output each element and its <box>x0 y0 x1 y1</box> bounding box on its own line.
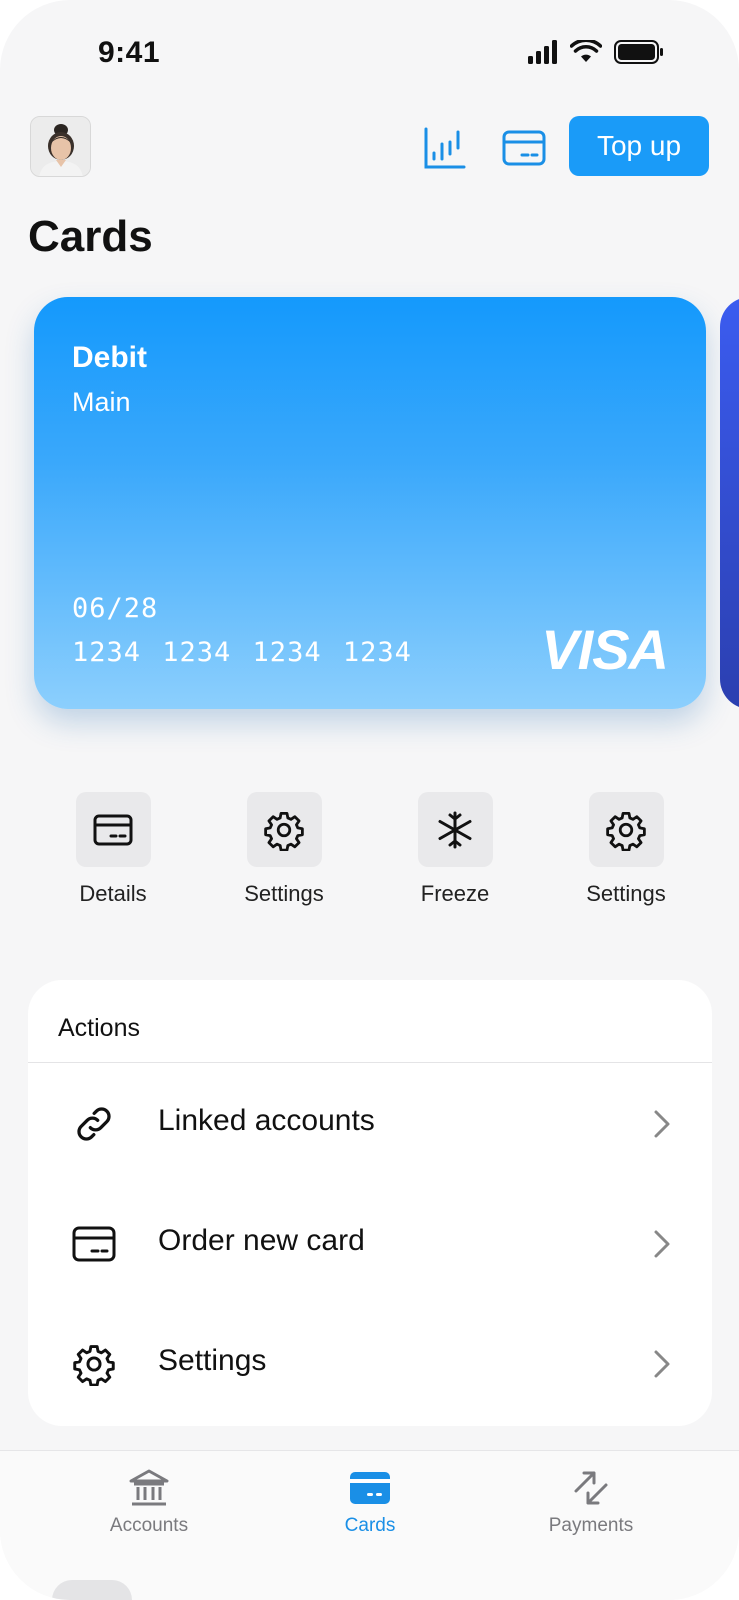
card-icon <box>350 1472 390 1504</box>
gear-icon <box>606 811 646 851</box>
quick-action-freeze[interactable]: Freeze <box>375 792 535 907</box>
card-icon <box>93 814 133 845</box>
card-icon[interactable] <box>502 126 546 170</box>
quick-action-label: Details <box>79 881 147 906</box>
action-row-order-new-card[interactable]: Order new card <box>28 1184 712 1304</box>
chevron-right-icon <box>654 1110 670 1138</box>
settings-button[interactable] <box>246 792 322 867</box>
bank-icon <box>129 1469 169 1506</box>
bottom-nav: Accounts Cards Payments <box>0 1450 739 1600</box>
nav-payments[interactable]: Payments <box>511 1467 671 1537</box>
action-row-settings[interactable]: Settings <box>28 1304 712 1424</box>
chevron-right-icon <box>654 1350 670 1378</box>
chart-icon[interactable] <box>423 126 467 170</box>
nav-label: Accounts <box>109 1515 189 1536</box>
action-label: Order new card <box>158 1224 365 1257</box>
visa-logo: VISA <box>541 618 669 681</box>
quick-action-settings[interactable]: Settings <box>204 792 364 907</box>
next-card-peek[interactable] <box>720 297 739 709</box>
page-title: Cards <box>28 212 153 261</box>
gear-icon <box>73 1345 115 1386</box>
top-up-button[interactable]: Top up <box>569 116 709 176</box>
avatar[interactable] <box>30 116 91 177</box>
action-row-linked-accounts[interactable]: Linked accounts <box>28 1064 712 1184</box>
transfer-icon <box>574 1471 608 1505</box>
actions-panel: Actions Linked accounts Order new card S… <box>28 980 712 1426</box>
signal-icon <box>528 40 557 64</box>
chevron-right-icon <box>654 1230 670 1258</box>
quick-action-label: Settings <box>244 881 324 906</box>
freeze-button[interactable] <box>417 792 493 867</box>
snowflake-icon <box>438 811 472 848</box>
link-icon <box>77 1107 111 1141</box>
card-number: 1234 1234 1234 1234 <box>72 637 412 668</box>
status-time: 9:41 <box>98 36 161 69</box>
phone-screen: 9:41 Top up Cards Debit Main 06/28 1234 … <box>0 0 739 1600</box>
gear-icon <box>264 811 304 851</box>
quick-action-label: Freeze <box>420 881 490 906</box>
actions-title: Actions <box>58 1014 140 1042</box>
home-indicator <box>52 1580 132 1600</box>
details-button[interactable] <box>75 792 151 867</box>
divider <box>28 1062 712 1063</box>
nav-accounts[interactable]: Accounts <box>69 1467 229 1537</box>
nav-label: Payments <box>548 1515 634 1536</box>
profile-photo <box>31 117 90 176</box>
quick-action-settings-2[interactable]: Settings <box>546 792 706 907</box>
battery-icon <box>614 40 663 64</box>
settings-button[interactable] <box>588 792 664 867</box>
action-label: Settings <box>158 1344 267 1377</box>
nav-cards[interactable]: Cards <box>290 1467 450 1537</box>
action-label: Linked accounts <box>158 1104 375 1137</box>
card-expiry: 06/28 <box>72 593 159 624</box>
debit-card[interactable]: Debit Main 06/28 1234 1234 1234 1234 VIS… <box>34 297 706 709</box>
quick-action-label: Settings <box>586 881 666 906</box>
card-type: Debit <box>72 341 147 374</box>
card-name: Main <box>72 387 131 417</box>
nav-label: Cards <box>344 1515 396 1536</box>
card-icon <box>72 1226 116 1262</box>
wifi-icon <box>570 40 602 62</box>
quick-action-details[interactable]: Details <box>33 792 193 907</box>
